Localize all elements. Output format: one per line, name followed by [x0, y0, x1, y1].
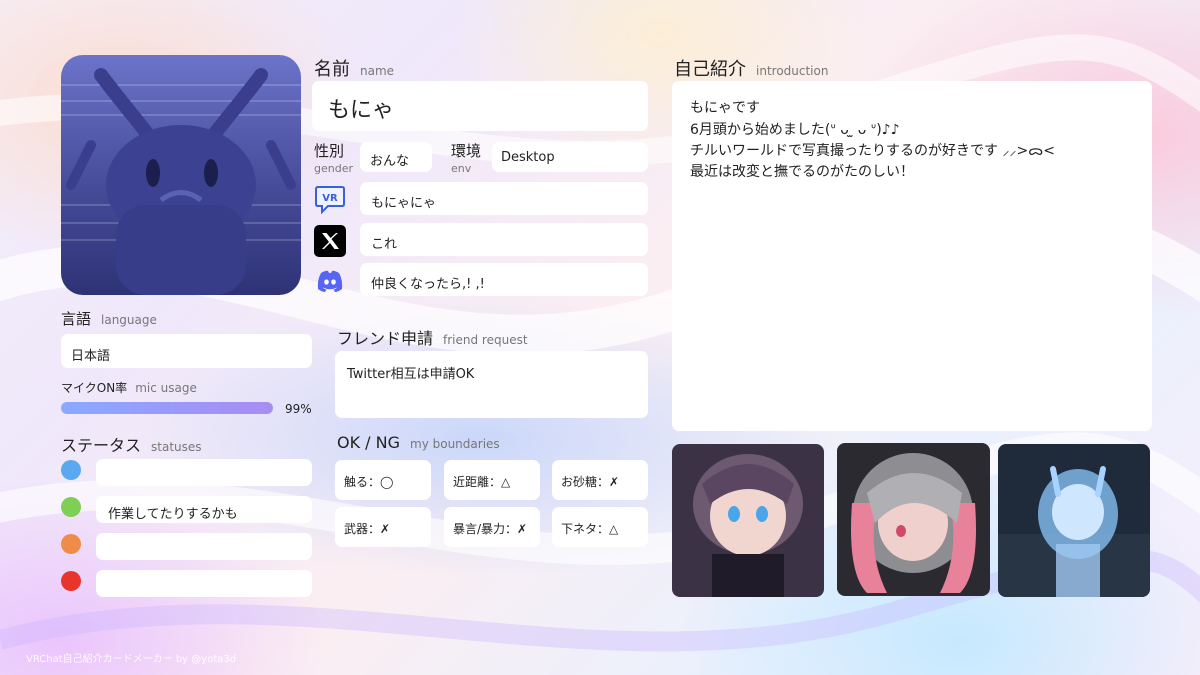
discord-id-field: 仲良くなったら,! ,!: [360, 263, 648, 296]
boundary-text: 触る：◯: [344, 475, 394, 489]
svg-text:VR: VR: [322, 193, 338, 204]
mic-usage-bar: [61, 402, 275, 414]
env-field: Desktop: [492, 142, 648, 172]
status-dot: [61, 497, 81, 517]
status-dot: [61, 460, 81, 480]
language-field: 日本語: [61, 334, 312, 368]
boundary-text: 近距離：△: [453, 475, 511, 489]
boundary-text: お砂糖：✗: [561, 475, 620, 489]
footer-credit: VRChat自己紹介カードメーカー by @yota3d: [26, 654, 237, 665]
boundary-text: 下ネタ：△: [561, 522, 619, 536]
intro-line: 6月頭から始めました(ᐡ ᴗ ̫ ᴗ ᐡ)♪♪: [690, 122, 900, 138]
boundary-item: 触る：◯: [335, 460, 431, 500]
name-label: 名前 name: [314, 59, 395, 80]
status-field: [96, 459, 312, 486]
avatar-image: [61, 55, 301, 295]
friend-request-label: フレンド申請 friend request: [337, 329, 528, 348]
boundary-item: お砂糖：✗: [552, 460, 648, 500]
mic-percent: 99%: [285, 402, 312, 416]
status-dot: [61, 534, 81, 554]
status-field: [96, 533, 312, 560]
introduction-label: 自己紹介 introduction: [674, 59, 829, 80]
photo-2: [837, 443, 990, 596]
boundary-item: 暴言/暴力：✗: [444, 507, 540, 547]
status-dot: [61, 571, 81, 591]
discord-icon: [314, 265, 346, 297]
status-text: 作業してたりするかも: [108, 507, 238, 522]
name-field: もにゃ: [312, 81, 648, 131]
intro-line: チルいワールドで写真撮ったりするのが好きです ⸝⸝>ᯅ<: [690, 143, 1056, 159]
boundaries-label: OK / NG my boundaries: [337, 433, 500, 452]
statuses-label: ステータス statuses: [61, 436, 202, 455]
gender-field: おんな: [360, 142, 432, 172]
status-field: [96, 570, 312, 597]
boundary-text: 武器：✗: [344, 522, 391, 536]
photo-3: [998, 444, 1150, 597]
boundary-item: 近距離：△: [444, 460, 540, 500]
boundary-item: 武器：✗: [335, 507, 431, 547]
status-field: 作業してたりするかも: [96, 496, 312, 523]
photo-1: [672, 444, 824, 597]
x-logo-icon: [314, 225, 346, 257]
language-label: 言語 language: [61, 310, 157, 328]
vrchat-id-field: もにゃにゃ: [360, 182, 648, 215]
name-value: もにゃ: [328, 98, 395, 123]
friend-request-field: Twitter相互は申請OK: [335, 351, 648, 418]
boundary-item: 下ネタ：△: [552, 507, 648, 547]
intro-line: もにゃです: [690, 100, 760, 116]
introduction-field: もにゃです 6月頭から始めました(ᐡ ᴗ ̫ ᴗ ᐡ)♪♪ チルいワールドで写真…: [672, 81, 1152, 431]
x-id-field: これ: [360, 223, 648, 256]
mic-label: マイクON率 mic usage: [61, 381, 197, 395]
boundary-text: 暴言/暴力：✗: [453, 522, 528, 536]
gender-label: 性別 gender: [314, 142, 353, 176]
env-label: 環境 env: [451, 142, 482, 176]
mic-usage-fill: [61, 402, 273, 414]
vrchat-icon: VR: [314, 184, 346, 216]
intro-line: 最近は改変と撫でるのがたのしい！: [690, 164, 914, 180]
